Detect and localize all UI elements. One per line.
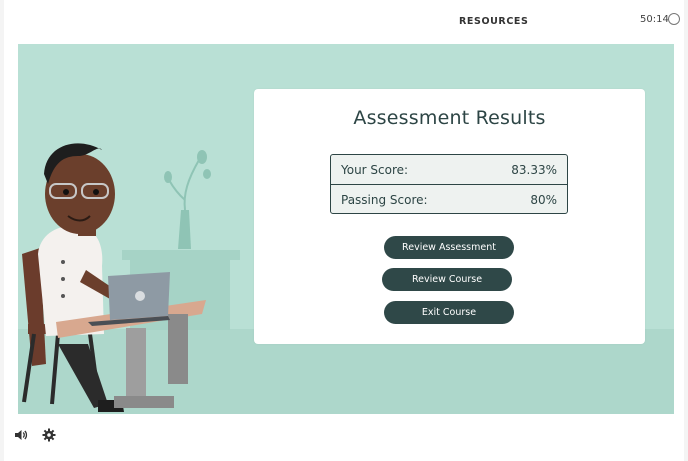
resources-link[interactable]: RESOURCES xyxy=(459,16,528,27)
volume-icon[interactable] xyxy=(14,428,28,442)
results-card: Assessment Results Your Score: 83.33% Pa… xyxy=(254,89,645,344)
timer-text: 50:14 xyxy=(640,14,669,25)
review-assessment-button[interactable]: Review Assessment xyxy=(384,236,514,259)
your-score-label: Your Score: xyxy=(341,163,409,177)
review-course-button[interactable]: Review Course xyxy=(382,268,512,291)
passing-score-label: Passing Score: xyxy=(341,193,428,207)
your-score-value: 83.33% xyxy=(511,163,557,177)
plant-stem xyxy=(183,159,200,211)
score-table: Your Score: 83.33% Passing Score: 80% xyxy=(330,154,568,214)
your-score-row: Your Score: 83.33% xyxy=(331,155,567,185)
passing-score-row: Passing Score: 80% xyxy=(331,185,567,215)
bottom-bar xyxy=(4,420,684,461)
timer-ring-icon xyxy=(668,13,680,25)
exit-course-button[interactable]: Exit Course xyxy=(384,301,514,324)
results-title: Assessment Results xyxy=(353,107,546,129)
gear-icon[interactable] xyxy=(42,428,56,442)
shelf-top xyxy=(122,250,240,260)
passing-score-value: 80% xyxy=(530,193,557,207)
vase xyxy=(178,210,191,249)
course-player: RESOURCES 50:14 Assessment Results Your … xyxy=(4,0,684,461)
slide-stage: Assessment Results Your Score: 83.33% Pa… xyxy=(18,44,674,414)
top-bar: RESOURCES 50:14 xyxy=(4,0,684,44)
